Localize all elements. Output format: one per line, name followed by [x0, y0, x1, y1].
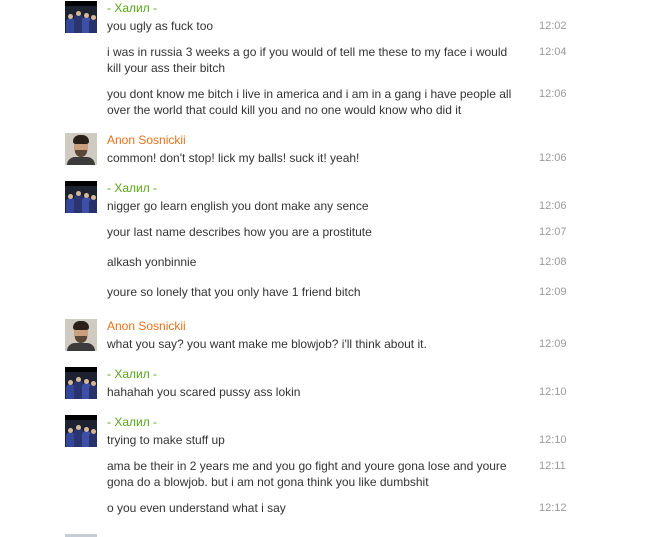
message-time: 12:11: [539, 460, 566, 472]
message-time: 12:02: [539, 20, 567, 32]
avatar-figure-head: [76, 11, 81, 16]
message-text: common! don't stop! lick my balls! suck …: [107, 151, 360, 165]
avatar-hair: [73, 135, 89, 144]
avatar[interactable]: [65, 415, 97, 447]
message-text: you ugly as fuck too: [107, 19, 214, 33]
avatar-shirt: [67, 343, 95, 351]
message-time: 12:08: [539, 256, 567, 268]
avatar-figure-head: [84, 427, 89, 432]
avatar-beard: [75, 336, 87, 343]
sender-name[interactable]: - Халил -: [107, 367, 157, 381]
message-text: alkash yonbinnie: [107, 255, 197, 269]
avatar-figure-head: [68, 194, 73, 199]
avatar-figure-head: [84, 13, 89, 18]
avatar-figure-head: [68, 380, 73, 385]
avatar-figure-head: [76, 425, 81, 430]
avatar-figure-head: [84, 193, 89, 198]
message-time: 12:06: [539, 88, 567, 100]
avatar-stripe: [65, 415, 97, 420]
avatar-stripe: [65, 181, 97, 186]
sender-name[interactable]: - Халил -: [107, 1, 157, 15]
message-time: 12:07: [539, 226, 567, 238]
message-text: you dont know me bitch i live in america…: [107, 87, 512, 117]
message-text: trying to make stuff up: [107, 433, 225, 447]
message-time: 12:06: [539, 152, 567, 164]
avatar-figure-head: [91, 429, 96, 434]
avatar-figure-head: [91, 381, 96, 386]
avatar[interactable]: [65, 367, 97, 399]
avatar[interactable]: [65, 319, 97, 351]
sender-name[interactable]: Anon Sosnickii: [107, 133, 186, 147]
message-time: 12:09: [539, 338, 567, 350]
message-text: ama be their in 2 years me and you go fi…: [107, 459, 507, 489]
message-time: 12:10: [539, 434, 567, 446]
avatar-stripe: [65, 1, 97, 6]
avatar-hair: [73, 321, 89, 330]
sender-name[interactable]: Anon Sosnickii: [107, 319, 186, 333]
avatar-figure-head: [84, 379, 89, 384]
avatar-beard: [75, 150, 87, 157]
avatar[interactable]: [65, 133, 97, 165]
message-time: 12:10: [539, 386, 567, 398]
sender-name[interactable]: - Халил -: [107, 415, 157, 429]
avatar-stripe: [65, 367, 97, 372]
message-text: i was in russia 3 weeks a go if you woul…: [107, 45, 508, 75]
message-text: hahahah you scared pussy ass lokin: [107, 385, 301, 399]
message-text: nigger go learn english you dont make an…: [107, 199, 369, 213]
avatar-figure-head: [76, 377, 81, 382]
sender-name[interactable]: - Халил -: [107, 181, 157, 195]
message-time: 12:12: [539, 502, 567, 514]
avatar-figure-head: [91, 195, 96, 200]
message-time: 12:06: [539, 200, 567, 212]
avatar-figure: [89, 385, 97, 399]
avatar-figure: [89, 19, 97, 33]
message-text: o you even understand what i say: [107, 501, 286, 515]
avatar-shirt: [67, 157, 95, 165]
avatar-figure-head: [91, 15, 96, 20]
avatar-figure-head: [68, 428, 73, 433]
avatar-figure-head: [76, 191, 81, 196]
message-text: your last name describes how you are a p…: [107, 225, 372, 239]
message-text: youre so lonely that you only have 1 fri…: [107, 285, 361, 299]
avatar-figure-head: [68, 14, 73, 19]
message-time: 12:09: [539, 286, 567, 298]
avatar-figure: [89, 199, 97, 213]
avatar-figure: [89, 433, 97, 447]
message-text: what you say? you want make me blowjob? …: [107, 337, 427, 351]
avatar[interactable]: [65, 1, 97, 33]
avatar[interactable]: [65, 181, 97, 213]
message-time: 12:04: [539, 46, 567, 58]
